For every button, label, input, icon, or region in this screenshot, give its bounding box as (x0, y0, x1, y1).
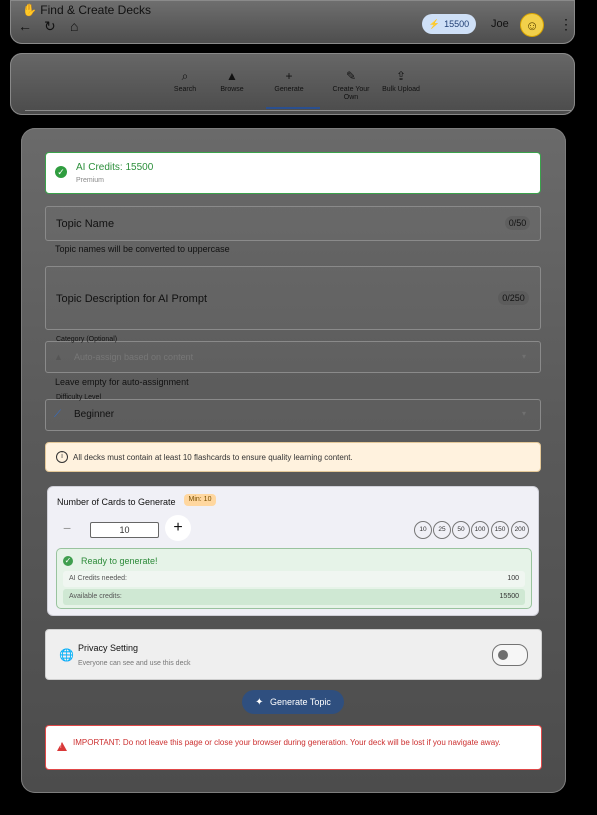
app-title-row: ✋ Find & Create Decks (22, 3, 151, 17)
difficulty-value: Beginner (74, 409, 115, 420)
ready-title: Ready to generate! (81, 556, 158, 566)
top-app-bar: ✋ Find & Create Decks ← ↻ ⌂ ⚡ 15500 Joe … (10, 0, 575, 44)
credits-pill-value: 15500 (444, 19, 470, 29)
category-select[interactable]: Category (Optional) ▲ Auto-assign based … (45, 336, 541, 373)
preset-150[interactable]: 150 (491, 521, 509, 539)
minus-icon[interactable]: − (63, 520, 71, 536)
credits-card-subtitle: Premium (76, 177, 105, 184)
search-icon: ⌕ (181, 69, 189, 83)
info-text: All decks must contain at least 10 flash… (73, 453, 353, 462)
chevron-down-icon: ▾ (522, 352, 527, 361)
available-credits-value: 15500 (499, 593, 519, 600)
warning-exclamation: ! (60, 744, 62, 750)
category-value: Auto-assign based on content (74, 352, 194, 362)
available-credits-label: Available credits: (69, 593, 122, 600)
warning-banner: ! IMPORTANT: Do not leave this page or c… (45, 725, 542, 770)
avatar-icon[interactable]: ☺ (520, 13, 544, 37)
privacy-toggle[interactable] (492, 644, 528, 666)
info-banner: i All decks must contain at least 10 fla… (45, 442, 541, 472)
topic-description-counter: 0/250 (498, 291, 529, 305)
privacy-title: Privacy Setting (78, 643, 139, 653)
generate-topic-button[interactable]: ✦ Generate Topic (242, 690, 344, 714)
active-tab-indicator (266, 107, 320, 109)
card-count-input[interactable]: 10 (90, 522, 159, 538)
check-circle-icon: ✓ (55, 166, 67, 178)
cards-to-generate-panel: Number of Cards to Generate Min: 10 − 10… (47, 486, 539, 616)
tab-search-label: Search (173, 86, 197, 93)
preset-25[interactable]: 25 (433, 521, 451, 539)
preset-200[interactable]: 200 (511, 521, 529, 539)
tab-bulk-upload[interactable]: ⇪ Bulk Upload (376, 69, 426, 94)
app-logo-icon: ✋ (22, 3, 37, 17)
topic-name-counter: 0/50 (505, 216, 530, 230)
topic-description-label: Topic Description for AI Prompt (56, 293, 208, 305)
credits-pill[interactable]: ⚡ 15500 (422, 14, 476, 34)
sparkle-icon: ✦ (255, 697, 264, 708)
generate-topic-label: Generate Topic (270, 697, 331, 707)
category-helper: Leave empty for auto-assignment (55, 377, 189, 387)
trending-up-icon: ⟋ (54, 409, 61, 420)
user-name: Joe (491, 18, 509, 30)
back-icon[interactable]: ← (18, 18, 32, 34)
preset-50[interactable]: 50 (452, 521, 470, 539)
globe-icon: 🌐 (59, 648, 74, 662)
preset-100[interactable]: 100 (471, 521, 489, 539)
toggle-knob (498, 650, 508, 660)
tab-bar: ⌕ Search ▲ Browse + Generate ✎ Create Yo… (10, 53, 575, 115)
difficulty-legend: Difficulty Level (56, 394, 102, 401)
category-legend: Category (Optional) (56, 336, 118, 343)
warning-text: IMPORTANT: Do not leave this page or clo… (73, 738, 501, 747)
tab-create-your-own-label: Create Your Own (332, 86, 370, 101)
tab-generate-label: Generate (274, 86, 304, 93)
home-icon[interactable]: ⌂ (70, 18, 78, 34)
tab-browse[interactable]: ▲ Browse (207, 69, 257, 94)
refresh-icon[interactable]: ↻ (44, 18, 56, 35)
tab-divider (25, 110, 571, 111)
warning-icon (57, 742, 67, 751)
plus-button[interactable]: + (165, 515, 191, 541)
topic-name-label: Topic Name (56, 218, 115, 230)
min-badge: Min: 10 (184, 494, 216, 506)
preset-10[interactable]: 10 (414, 521, 432, 539)
tab-search[interactable]: ⌕ Search (160, 69, 210, 94)
credits-needed-row: AI Credits needed: 100 (63, 571, 525, 587)
upload-icon: ⇪ (395, 69, 407, 83)
credits-card-title: AI Credits: 15500 (76, 162, 154, 173)
plus-icon: + (285, 69, 293, 83)
available-credits-row: Available credits: 15500 (63, 589, 525, 605)
app-title: Find & Create Decks (40, 3, 152, 17)
tab-create-your-own[interactable]: ✎ Create Your Own (326, 69, 376, 102)
difficulty-select[interactable]: Difficulty Level ⟋ Beginner ▾ (45, 394, 541, 431)
credits-needed-label: AI Credits needed: (69, 575, 127, 582)
privacy-subtitle: Everyone can see and use this deck (78, 660, 191, 667)
tab-browse-label: Browse (220, 86, 244, 93)
chevron-down-icon: ▾ (522, 409, 527, 418)
pencil-icon: ✎ (345, 69, 357, 83)
credits-card: ✓ AI Credits: 15500 Premium (45, 152, 541, 194)
cards-panel-title: Number of Cards to Generate (57, 497, 176, 507)
browse-icon: ▲ (226, 69, 238, 83)
ready-summary: ✓ Ready to generate! AI Credits needed: … (56, 548, 532, 609)
privacy-setting: 🌐 Privacy Setting Everyone can see and u… (45, 629, 542, 680)
topic-description-field[interactable]: Topic Description for AI Prompt 0/250 (45, 266, 541, 330)
category-icon: ▲ (54, 352, 63, 362)
tab-bulk-upload-label: Bulk Upload (382, 86, 420, 93)
credits-needed-value: 100 (507, 575, 519, 582)
more-vert-icon[interactable]: ⋮ (559, 16, 573, 33)
lightning-icon: ⚡ (428, 18, 441, 29)
topic-name-field[interactable]: Topic Name 0/50 (45, 206, 541, 241)
topic-name-helper: Topic names will be converted to upperca… (55, 244, 230, 254)
tab-generate[interactable]: + Generate (264, 69, 314, 94)
check-circle-icon: ✓ (63, 556, 73, 566)
info-icon: i (56, 451, 68, 463)
